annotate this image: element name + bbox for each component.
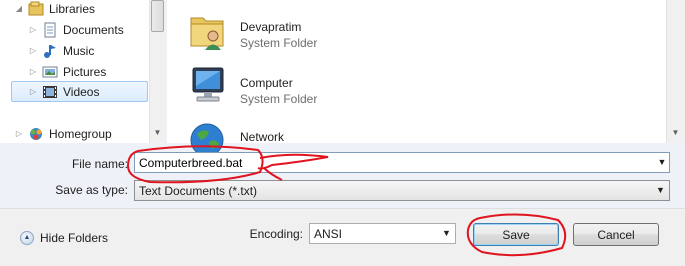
file-name: Devapratim: [240, 20, 302, 34]
chevron-down-icon: ▼: [442, 228, 451, 238]
savetype-label: Save as type:: [55, 183, 128, 197]
nav-item-label: Libraries: [49, 1, 96, 16]
computer-icon: [185, 64, 229, 108]
filename-dropdown-arrow-icon[interactable]: ▼: [654, 152, 670, 173]
nav-item-videos[interactable]: ▷ Videos: [11, 81, 148, 102]
navigation-pane: ◢ Libraries ▷ Documents ▷ Music ▷ Pictur…: [0, 0, 166, 143]
hide-folders-button[interactable]: ▲ Hide Folders: [20, 230, 108, 246]
encoding-select[interactable]: ANSI ▼: [309, 223, 456, 244]
expand-arrow-icon[interactable]: ▷: [28, 87, 38, 96]
hide-folders-label: Hide Folders: [40, 231, 109, 245]
nav-item-documents[interactable]: ▷ Documents: [28, 19, 124, 40]
videos-library-icon: [42, 84, 58, 100]
nav-item-label: Pictures: [63, 64, 107, 79]
expand-arrow-icon[interactable]: ▷: [14, 129, 24, 138]
nav-item-pictures[interactable]: ▷ Pictures: [28, 61, 106, 82]
savetype-value: Text Documents (*.txt): [139, 183, 258, 198]
libraries-icon: [28, 1, 44, 17]
encoding-value: ANSI: [314, 226, 343, 241]
scroll-down-arrow-icon[interactable]: ▼: [666, 126, 685, 140]
nav-item-music[interactable]: ▷ Music: [28, 40, 94, 61]
nav-scrollbar-thumb[interactable]: [151, 0, 164, 32]
nav-item-label: Homegroup: [49, 126, 112, 141]
nav-item-libraries[interactable]: ◢ Libraries: [14, 0, 95, 19]
nav-item-label: Music: [63, 43, 95, 58]
user-folder-icon: [185, 8, 229, 52]
file-name: Network: [240, 130, 285, 144]
expand-arrow-icon[interactable]: ▷: [28, 25, 38, 34]
nav-item-homegroup[interactable]: ▷ Homegroup: [14, 123, 112, 144]
homegroup-icon: [28, 126, 44, 142]
file-name: Computer: [240, 76, 293, 90]
nav-item-label: Videos: [63, 84, 100, 99]
filename-label: File name:: [71, 157, 128, 171]
file-type: System Folder: [240, 36, 318, 50]
collapse-chevron-icon: ▲: [20, 231, 34, 245]
savetype-select[interactable]: Text Documents (*.txt) ▼: [134, 180, 670, 201]
file-type: System Folder: [240, 92, 318, 106]
scroll-down-arrow-icon[interactable]: ▼: [151, 126, 164, 139]
documents-library-icon: [42, 22, 58, 38]
cancel-button[interactable]: Cancel: [573, 223, 659, 246]
expand-arrow-icon[interactable]: ◢: [14, 4, 24, 13]
filename-input[interactable]: [134, 152, 670, 173]
file-list-pane: Devapratim System Folder Computer System…: [167, 0, 685, 157]
pictures-library-icon: [42, 64, 58, 80]
nav-item-label: Documents: [63, 22, 124, 37]
music-library-icon: [42, 43, 58, 59]
file-item-computer[interactable]: Computer System Folder: [185, 64, 485, 108]
file-list-scrollbar[interactable]: [666, 0, 685, 143]
expand-arrow-icon[interactable]: ▷: [28, 67, 38, 76]
expand-arrow-icon[interactable]: ▷: [28, 46, 38, 55]
file-item-user-folder[interactable]: Devapratim System Folder: [185, 8, 485, 52]
chevron-down-icon: ▼: [656, 185, 665, 195]
encoding-label: Encoding:: [249, 227, 303, 241]
save-button[interactable]: Save: [473, 223, 559, 246]
